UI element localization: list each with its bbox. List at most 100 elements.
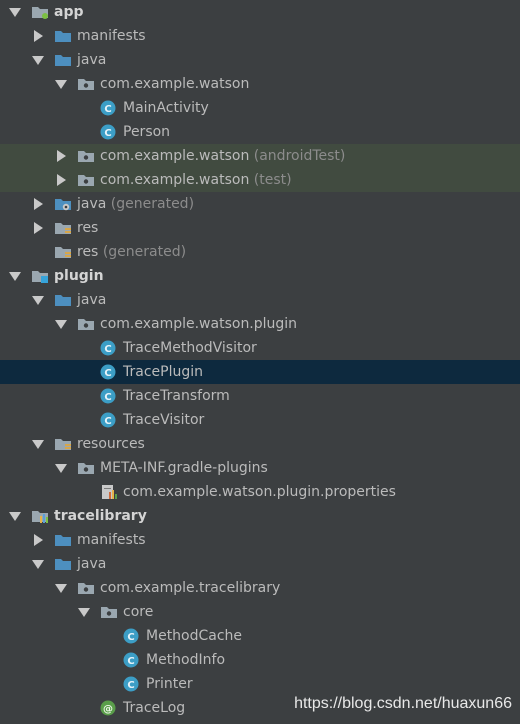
watermark-text: https://blog.csdn.net/huaxun66: [294, 695, 512, 712]
tree-row[interactable]: com.example.watson: [0, 72, 520, 96]
expand-arrow-icon[interactable]: [54, 72, 68, 96]
project-tree: app manifests java com.example.watson C MainA…: [0, 0, 520, 720]
tree-row[interactable]: res: [0, 216, 520, 240]
tree-row[interactable]: manifests: [0, 24, 520, 48]
svg-text:C: C: [127, 656, 134, 667]
tree-item-label: MainActivity: [123, 100, 209, 116]
resource-folder-icon: [54, 220, 72, 236]
tree-item-label: java: [77, 292, 107, 308]
tree-item-label: com.example.watson.plugin: [100, 316, 298, 332]
tree-row[interactable]: java (generated): [0, 192, 520, 216]
tree-row[interactable]: plugin: [0, 264, 520, 288]
tree-item-label: TraceLog: [123, 700, 186, 716]
expand-arrow-icon[interactable]: [31, 288, 45, 312]
tree-row[interactable]: META-INF.gradle-plugins: [0, 456, 520, 480]
tree-row[interactable]: C MethodCache: [0, 624, 520, 648]
tree-row[interactable]: C Person: [0, 120, 520, 144]
tree-item-label: MethodCache: [146, 628, 243, 644]
package-icon: [77, 172, 95, 188]
expand-arrow-icon[interactable]: [54, 576, 68, 600]
collapse-arrow-icon[interactable]: [31, 192, 45, 216]
tree-row[interactable]: com.example.watson.plugin: [0, 312, 520, 336]
package-icon: [77, 580, 95, 596]
collapse-arrow-icon[interactable]: [54, 144, 68, 168]
resource-folder-icon: [54, 244, 72, 260]
expand-arrow-icon[interactable]: [8, 0, 22, 24]
tree-item-label: com.example.watson (androidTest): [100, 148, 346, 164]
tree-row[interactable]: C MethodInfo: [0, 648, 520, 672]
collapse-arrow-icon[interactable]: [31, 528, 45, 552]
tree-row[interactable]: C MainActivity: [0, 96, 520, 120]
collapse-arrow-icon[interactable]: [31, 216, 45, 240]
tree-item-label: java: [77, 52, 107, 68]
expand-arrow-icon[interactable]: [8, 504, 22, 528]
tree-row[interactable]: C TraceTransform: [0, 384, 520, 408]
class-icon: C: [123, 652, 141, 668]
tree-item-label: com.example.tracelibrary: [100, 580, 281, 596]
expand-arrow-icon[interactable]: [8, 264, 22, 288]
package-icon: [77, 460, 95, 476]
tree-item-label: MethodInfo: [146, 652, 226, 668]
class-icon: C: [100, 364, 118, 380]
tree-row[interactable]: res (generated): [0, 240, 520, 264]
tree-row[interactable]: com.example.watson.plugin.properties: [0, 480, 520, 504]
module-library-icon: [31, 508, 49, 524]
tree-row[interactable]: core: [0, 600, 520, 624]
tree-item-label: manifests: [77, 28, 146, 44]
expand-arrow-icon[interactable]: [31, 432, 45, 456]
expand-arrow-icon[interactable]: [31, 552, 45, 576]
folder-icon: [54, 532, 72, 548]
tree-item-label: com.example.watson (test): [100, 172, 292, 188]
expand-arrow-icon[interactable]: [31, 48, 45, 72]
tree-row[interactable]: C TraceMethodVisitor: [0, 336, 520, 360]
module-plugin-icon: [31, 268, 49, 284]
tree-row[interactable]: com.example.watson (test): [0, 168, 520, 192]
expand-arrow-icon[interactable]: [77, 600, 91, 624]
properties-file-icon: [100, 484, 118, 500]
svg-text:@: @: [103, 704, 113, 715]
tree-item-label: resources: [77, 436, 145, 452]
svg-text:C: C: [104, 128, 111, 139]
tree-row[interactable]: app: [0, 0, 520, 24]
tree-row[interactable]: resources: [0, 432, 520, 456]
tree-item-label: TraceTransform: [123, 388, 230, 404]
tree-row[interactable]: tracelibrary: [0, 504, 520, 528]
tree-item-label: TraceMethodVisitor: [123, 340, 257, 356]
svg-text:C: C: [104, 368, 111, 379]
tree-row[interactable]: com.example.watson (androidTest): [0, 144, 520, 168]
tree-item-suffix: (generated): [110, 196, 195, 212]
folder-icon: [54, 292, 72, 308]
module-android-icon: [31, 4, 49, 20]
tree-item-suffix: (androidTest): [253, 148, 346, 164]
tree-item-label: res: [77, 220, 99, 236]
collapse-arrow-icon[interactable]: [54, 168, 68, 192]
svg-text:C: C: [104, 344, 111, 355]
tree-item-label: TraceVisitor: [123, 412, 205, 428]
resource-folder-icon: [54, 436, 72, 452]
tree-row[interactable]: java: [0, 48, 520, 72]
tree-row[interactable]: java: [0, 552, 520, 576]
package-icon: [77, 148, 95, 164]
svg-text:C: C: [104, 104, 111, 115]
class-icon: C: [123, 676, 141, 692]
tree-row[interactable]: C TracePlugin: [0, 360, 520, 384]
tree-row[interactable]: C Printer: [0, 672, 520, 696]
annotation-icon: @: [100, 700, 118, 716]
tree-item-label: res (generated): [77, 244, 187, 260]
expand-arrow-icon[interactable]: [54, 312, 68, 336]
tree-item-label: app: [54, 4, 84, 20]
tree-row[interactable]: C TraceVisitor: [0, 408, 520, 432]
collapse-arrow-icon[interactable]: [31, 24, 45, 48]
folder-icon: [54, 28, 72, 44]
tree-item-label: Person: [123, 124, 171, 140]
tree-item-label: core: [123, 604, 154, 620]
svg-text:C: C: [104, 416, 111, 427]
tree-item-suffix: (test): [253, 172, 292, 188]
tree-row[interactable]: java: [0, 288, 520, 312]
class-icon: C: [100, 340, 118, 356]
expand-arrow-icon[interactable]: [54, 456, 68, 480]
tree-item-suffix: (generated): [102, 244, 187, 260]
tree-item-label: META-INF.gradle-plugins: [100, 460, 268, 476]
tree-row[interactable]: manifests: [0, 528, 520, 552]
tree-row[interactable]: com.example.tracelibrary: [0, 576, 520, 600]
